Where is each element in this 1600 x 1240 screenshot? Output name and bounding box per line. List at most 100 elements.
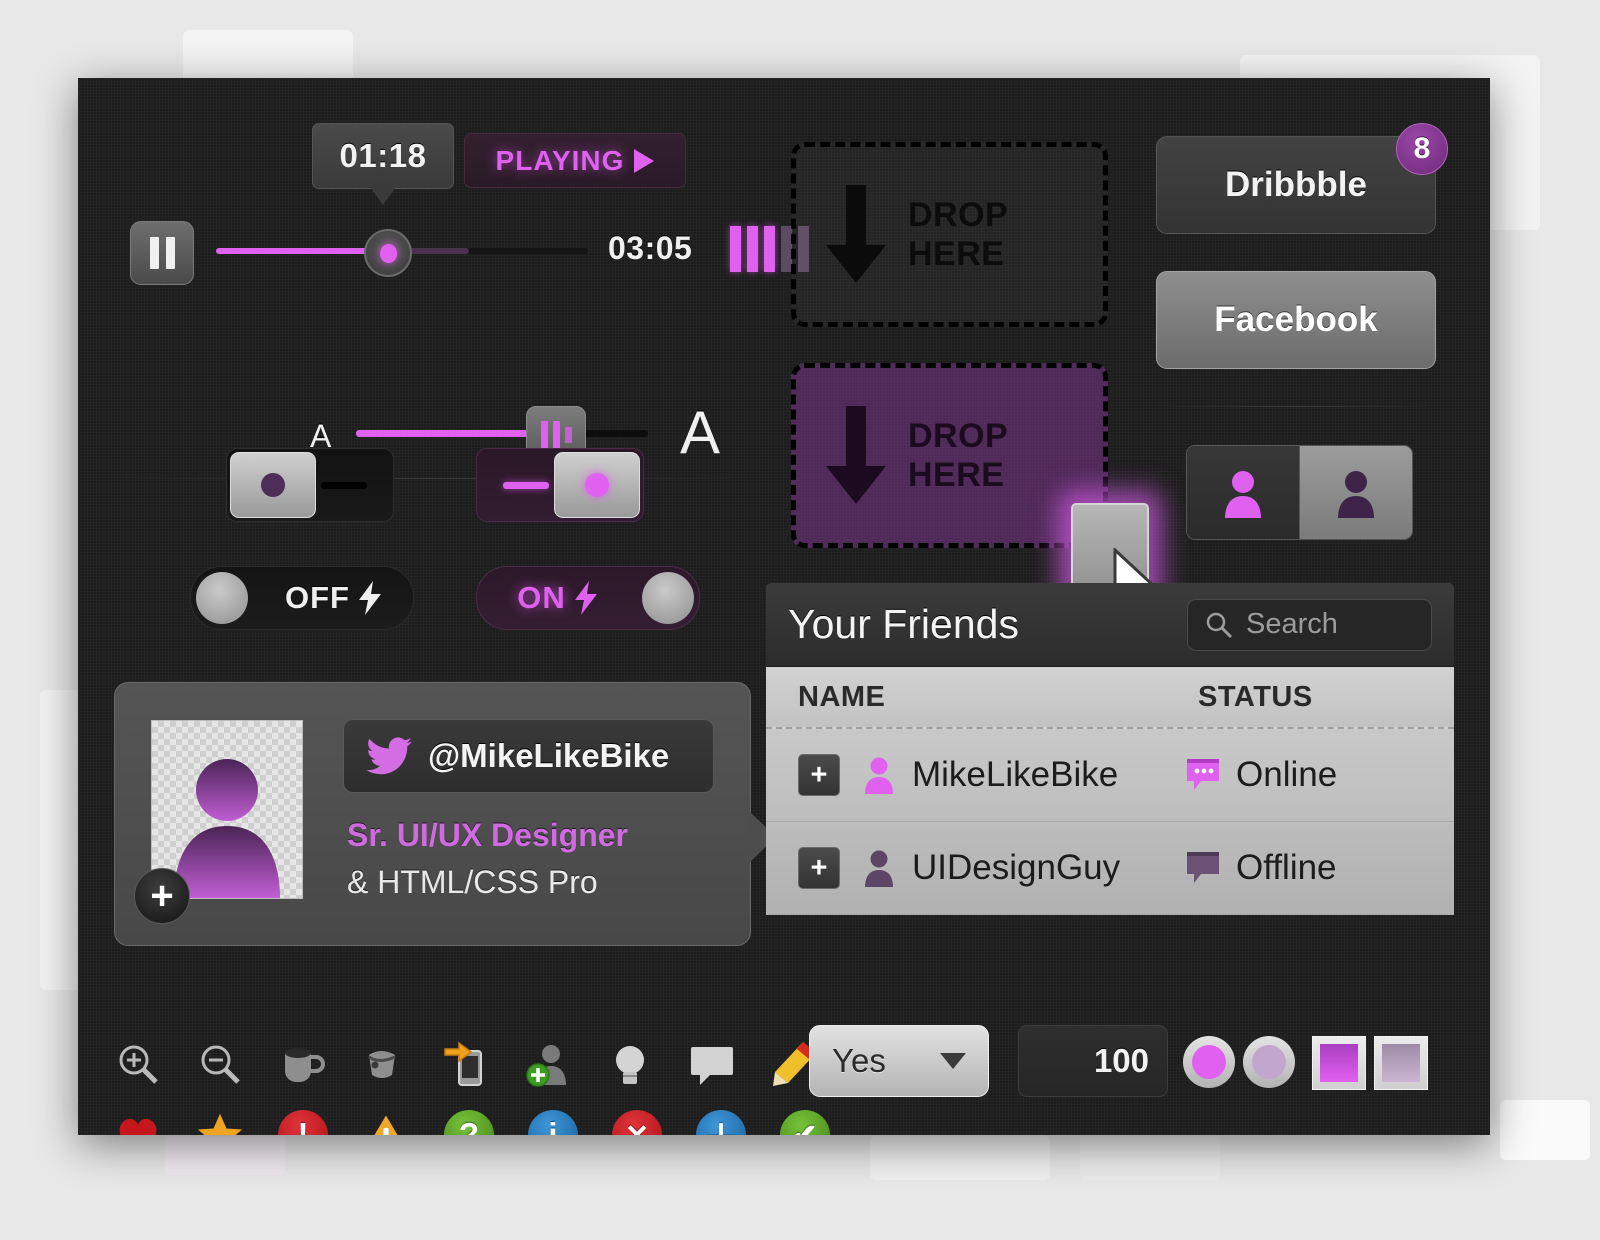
check-icon[interactable]: ✔ xyxy=(780,1110,830,1135)
select-value: Yes xyxy=(832,1042,886,1079)
lightbulb-icon[interactable] xyxy=(606,1040,654,1088)
toggle-switch-off[interactable] xyxy=(226,448,394,522)
table-row[interactable]: + MikeLikeBike Online xyxy=(766,729,1454,822)
dribbble-button[interactable]: Dribbble xyxy=(1156,136,1436,234)
expand-button[interactable]: + xyxy=(798,754,840,796)
radio-unselected[interactable] xyxy=(1243,1036,1295,1088)
profile-role-line2: & HTML/CSS Pro xyxy=(347,864,598,900)
friends-panel: Your Friends Search NAME STATUS + MikeLi… xyxy=(766,583,1454,983)
checkbox-checked[interactable] xyxy=(1312,1036,1366,1090)
column-header-status: STATUS xyxy=(1198,680,1313,713)
chevron-down-icon xyxy=(940,1053,966,1069)
notification-badge: 8 xyxy=(1396,123,1448,175)
star-icon[interactable] xyxy=(196,1111,244,1135)
pause-icon xyxy=(165,237,175,269)
radio-selected[interactable] xyxy=(1183,1036,1235,1088)
background-shape xyxy=(1080,1135,1220,1180)
current-time-value: 01:18 xyxy=(339,137,427,174)
error-icon[interactable]: ! xyxy=(278,1110,328,1135)
toggle-dash-icon xyxy=(321,481,367,489)
checkbox-unchecked[interactable] xyxy=(1374,1036,1428,1090)
pause-icon xyxy=(149,237,159,269)
chat-bubble-icon xyxy=(1187,759,1219,790)
yes-no-select[interactable]: Yes xyxy=(809,1025,989,1097)
user-icon-inactive xyxy=(1338,470,1374,518)
friends-column-headers: NAME STATUS xyxy=(766,667,1454,729)
profile-card: + @MikeLikeBike Sr. UI/UX Designer & HTM… xyxy=(114,682,776,946)
mobile-export-icon[interactable] xyxy=(442,1040,490,1088)
segment-user-inactive[interactable] xyxy=(1299,446,1412,539)
pill-knob xyxy=(642,572,694,624)
playback-status-label: PLAYING xyxy=(495,144,625,176)
user-icon-active xyxy=(1225,470,1261,518)
seek-handle[interactable] xyxy=(364,229,412,277)
current-time-tooltip: 01:18 xyxy=(312,123,454,205)
background-shape xyxy=(165,1135,285,1175)
heart-icon[interactable] xyxy=(114,1111,162,1135)
facebook-label: Facebook xyxy=(1214,300,1378,339)
toggle-thumb xyxy=(554,452,640,518)
divider xyxy=(1156,406,1434,407)
pause-button[interactable] xyxy=(130,221,194,285)
dropzone-idle[interactable]: DROP HERE xyxy=(791,142,1108,327)
coffee-cup-icon[interactable] xyxy=(278,1040,326,1088)
power-pill-on[interactable]: ON xyxy=(476,566,700,630)
add-user-icon[interactable] xyxy=(524,1040,572,1088)
column-header-name: NAME xyxy=(798,680,886,713)
total-time-label: 03:05 xyxy=(608,230,693,266)
dropzone-idle-label: DROP HERE xyxy=(908,196,1009,273)
avatar-add-button[interactable]: + xyxy=(134,868,190,924)
friend-name: MikeLikeBike xyxy=(912,755,1119,794)
expand-button[interactable]: + xyxy=(798,847,840,889)
info-icon[interactable]: i xyxy=(528,1110,578,1135)
power-pill-on-label: ON xyxy=(517,580,566,615)
search-placeholder: Search xyxy=(1246,608,1338,640)
lightning-bolt-icon xyxy=(574,581,597,615)
chat-bubble-icon xyxy=(1187,852,1219,883)
pill-knob xyxy=(196,572,248,624)
add-icon[interactable]: ＋ xyxy=(696,1110,746,1135)
twitter-handle-value: @MikeLikeBike xyxy=(428,737,670,774)
friend-status: Offline xyxy=(1236,848,1337,887)
seek-slider[interactable] xyxy=(216,229,588,277)
toggle-dash-icon xyxy=(503,481,549,489)
search-icon xyxy=(1206,612,1233,638)
status-icon-row: ! ? i ✕ ＋ ✔ xyxy=(114,1110,830,1135)
dropzone-active-label: DROP HERE xyxy=(908,417,1009,494)
help-icon[interactable]: ? xyxy=(444,1110,494,1135)
tool-icon-row xyxy=(114,1040,818,1088)
lightning-bolt-icon xyxy=(359,581,381,615)
power-pill-off[interactable]: OFF xyxy=(190,566,414,630)
friend-status: Online xyxy=(1236,755,1338,794)
toggle-switch-on[interactable] xyxy=(476,448,644,522)
twitter-bird-icon xyxy=(366,737,412,775)
ui-kit-panel: 01:18 PLAYING 03:05 A A OFF ON + @MikeLi… xyxy=(78,78,1490,1135)
background-shape xyxy=(1500,1100,1590,1160)
twitter-handle-field[interactable]: @MikeLikeBike xyxy=(343,719,714,793)
arrow-down-icon xyxy=(826,405,886,504)
friend-name: UIDesignGuy xyxy=(912,848,1121,887)
zoom-out-icon[interactable] xyxy=(196,1040,244,1088)
dribbble-label: Dribbble xyxy=(1225,165,1367,204)
table-row[interactable]: + UIDesignGuy Offline xyxy=(766,822,1454,915)
close-icon[interactable]: ✕ xyxy=(612,1110,662,1135)
number-input[interactable]: 100 xyxy=(1018,1025,1168,1097)
seek-fill xyxy=(216,248,373,254)
paint-bucket-icon[interactable] xyxy=(360,1040,408,1088)
friends-header: Your Friends Search xyxy=(766,583,1454,667)
segment-user-active[interactable] xyxy=(1187,446,1299,539)
background-shape xyxy=(870,1135,1050,1180)
toggle-thumb xyxy=(230,452,316,518)
font-slider-fill xyxy=(356,430,528,437)
zoom-in-icon[interactable] xyxy=(114,1040,162,1088)
user-segmented-control[interactable] xyxy=(1186,445,1413,540)
notification-count: 8 xyxy=(1413,132,1431,165)
facebook-button[interactable]: Facebook xyxy=(1156,271,1436,369)
play-triangle-icon xyxy=(634,148,655,173)
comment-bubble-icon[interactable] xyxy=(688,1040,736,1088)
warning-icon[interactable] xyxy=(362,1111,410,1135)
arrow-down-icon xyxy=(826,184,886,283)
search-input[interactable]: Search xyxy=(1187,598,1432,651)
user-icon xyxy=(865,757,893,794)
dropzone-active[interactable]: DROP HERE xyxy=(791,363,1108,548)
